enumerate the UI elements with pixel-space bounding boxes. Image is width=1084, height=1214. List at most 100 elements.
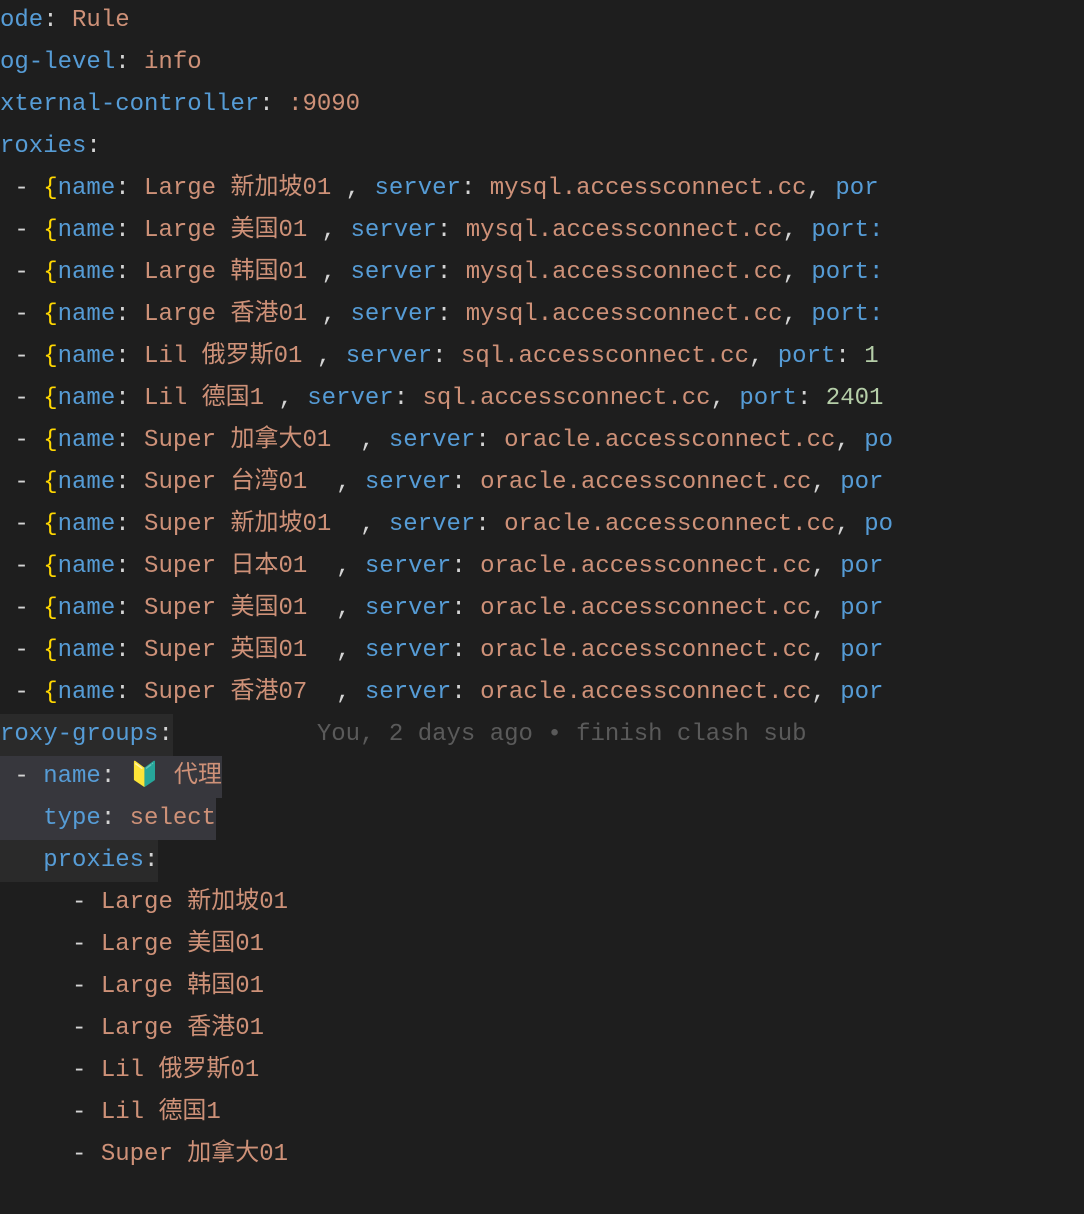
server-value: oracle.accessconnect.cc bbox=[480, 637, 811, 664]
server-value: oracle.accessconnect.cc bbox=[504, 511, 835, 538]
yaml-key: og-level bbox=[0, 49, 115, 76]
yaml-key: por bbox=[840, 637, 883, 664]
code-line[interactable]: type: select bbox=[0, 798, 1084, 840]
proxy-name: Super 加拿大01 bbox=[144, 427, 360, 454]
yaml-key: po bbox=[864, 511, 893, 538]
code-line[interactable]: - {name: Lil 俄罗斯01 , server: sql.accessc… bbox=[0, 336, 1084, 378]
code-line[interactable]: - name: 🔰 代理 bbox=[0, 756, 1084, 798]
server-value: oracle.accessconnect.cc bbox=[480, 595, 811, 622]
server-value: oracle.accessconnect.cc bbox=[480, 553, 811, 580]
proxy-name: Super 英国01 bbox=[144, 637, 336, 664]
code-line[interactable]: - {name: Large 香港01 , server: mysql.acce… bbox=[0, 294, 1084, 336]
server-value: oracle.accessconnect.cc bbox=[504, 427, 835, 454]
code-line[interactable]: - {name: Lil 德国1 , server: sql.accesscon… bbox=[0, 378, 1084, 420]
yaml-key: type bbox=[43, 805, 101, 832]
proxy-name: Lil 德国1 bbox=[144, 385, 278, 412]
brace-icon: { bbox=[43, 637, 57, 664]
code-line[interactable]: - Large 韩国01 bbox=[0, 966, 1084, 1008]
yaml-value: 🔰 代理 bbox=[130, 763, 222, 790]
proxy-item: Large 新加坡01 bbox=[101, 889, 288, 916]
yaml-key: por bbox=[840, 469, 883, 496]
brace-icon: { bbox=[43, 427, 57, 454]
code-line[interactable]: - {name: Super 新加坡01 , server: oracle.ac… bbox=[0, 504, 1084, 546]
yaml-key: server bbox=[365, 679, 451, 706]
proxy-name: Super 台湾01 bbox=[144, 469, 336, 496]
proxy-item: Large 香港01 bbox=[101, 1015, 264, 1042]
brace-icon: { bbox=[43, 217, 57, 244]
code-line[interactable]: - {name: Super 加拿大01 , server: oracle.ac… bbox=[0, 420, 1084, 462]
code-line[interactable]: roxies: bbox=[0, 126, 1084, 168]
yaml-value: select bbox=[130, 805, 216, 832]
yaml-key: proxies bbox=[43, 847, 144, 874]
yaml-key: server bbox=[307, 385, 393, 412]
server-value: oracle.accessconnect.cc bbox=[480, 679, 811, 706]
yaml-key: server bbox=[350, 217, 436, 244]
code-line[interactable]: - Large 新加坡01 bbox=[0, 882, 1084, 924]
code-line[interactable]: - Large 香港01 bbox=[0, 1008, 1084, 1050]
code-line[interactable]: - Large 美国01 bbox=[0, 924, 1084, 966]
yaml-key: xternal-controller bbox=[0, 91, 259, 118]
proxy-name: Large 韩国01 bbox=[144, 259, 322, 286]
yaml-key: name bbox=[58, 637, 116, 664]
yaml-value: info bbox=[144, 49, 202, 76]
code-line[interactable]: - {name: Super 美国01 , server: oracle.acc… bbox=[0, 588, 1084, 630]
yaml-key: name bbox=[43, 763, 101, 790]
yaml-value: Rule bbox=[72, 7, 130, 34]
code-line[interactable]: - {name: Large 美国01 , server: mysql.acce… bbox=[0, 210, 1084, 252]
code-line[interactable]: - {name: Large 韩国01 , server: mysql.acce… bbox=[0, 252, 1084, 294]
yaml-key: roxies bbox=[0, 133, 86, 160]
yaml-key: name bbox=[58, 511, 116, 538]
proxy-name: Large 新加坡01 bbox=[144, 175, 346, 202]
yaml-key: server bbox=[350, 259, 436, 286]
proxy-name: Super 美国01 bbox=[144, 595, 336, 622]
yaml-key: port bbox=[778, 343, 836, 370]
brace-icon: { bbox=[43, 175, 57, 202]
yaml-key: por bbox=[840, 553, 883, 580]
code-line[interactable]: proxies: bbox=[0, 840, 1084, 882]
server-value: sql.accessconnect.cc bbox=[461, 343, 749, 370]
yaml-number: 1 bbox=[864, 343, 878, 370]
code-line[interactable]: - {name: Super 台湾01 , server: oracle.acc… bbox=[0, 462, 1084, 504]
code-line[interactable]: - Lil 俄罗斯01 bbox=[0, 1050, 1084, 1092]
code-line[interactable]: - Lil 德国1 bbox=[0, 1092, 1084, 1134]
code-editor[interactable]: ode: Rule og-level: info xternal-control… bbox=[0, 0, 1084, 1176]
yaml-key: name bbox=[58, 469, 116, 496]
code-line[interactable]: - {name: Super 英国01 , server: oracle.acc… bbox=[0, 630, 1084, 672]
brace-icon: { bbox=[43, 301, 57, 328]
yaml-key: server bbox=[346, 343, 432, 370]
code-line[interactable]: - {name: Super 日本01 , server: oracle.acc… bbox=[0, 546, 1084, 588]
server-value: sql.accessconnect.cc bbox=[423, 385, 711, 412]
server-value: mysql.accessconnect.cc bbox=[466, 259, 783, 286]
brace-icon: { bbox=[43, 553, 57, 580]
code-line[interactable]: - {name: Large 新加坡01 , server: mysql.acc… bbox=[0, 168, 1084, 210]
yaml-key: port: bbox=[811, 259, 883, 286]
code-line[interactable]: - Super 加拿大01 bbox=[0, 1134, 1084, 1176]
proxy-item: Large 美国01 bbox=[101, 931, 264, 958]
code-line[interactable]: xternal-controller: :9090 bbox=[0, 84, 1084, 126]
code-line[interactable]: - {name: Super 香港07 , server: oracle.acc… bbox=[0, 672, 1084, 714]
yaml-key: name bbox=[58, 343, 116, 370]
proxy-name: Super 香港07 bbox=[144, 679, 336, 706]
yaml-key: server bbox=[365, 595, 451, 622]
brace-icon: { bbox=[43, 343, 57, 370]
proxy-item: Large 韩国01 bbox=[101, 973, 264, 1000]
code-line[interactable]: roxy-groups: You, 2 days ago • finish cl… bbox=[0, 714, 1084, 756]
yaml-key: ode bbox=[0, 7, 43, 34]
yaml-key: name bbox=[58, 259, 116, 286]
code-line[interactable]: ode: Rule bbox=[0, 0, 1084, 42]
proxy-item: Super 加拿大01 bbox=[101, 1141, 288, 1168]
yaml-key: roxy-groups bbox=[0, 721, 158, 748]
brace-icon: { bbox=[43, 259, 57, 286]
yaml-key: server bbox=[350, 301, 436, 328]
proxy-name: Super 日本01 bbox=[144, 553, 336, 580]
code-line[interactable]: og-level: info bbox=[0, 42, 1084, 84]
yaml-key: port bbox=[739, 385, 797, 412]
yaml-key: por bbox=[840, 595, 883, 622]
yaml-key: server bbox=[365, 637, 451, 664]
yaml-key: name bbox=[58, 679, 116, 706]
yaml-key: server bbox=[389, 427, 475, 454]
yaml-key: po bbox=[864, 427, 893, 454]
brace-icon: { bbox=[43, 385, 57, 412]
proxy-name: Lil 俄罗斯01 bbox=[144, 343, 317, 370]
yaml-key: server bbox=[365, 469, 451, 496]
